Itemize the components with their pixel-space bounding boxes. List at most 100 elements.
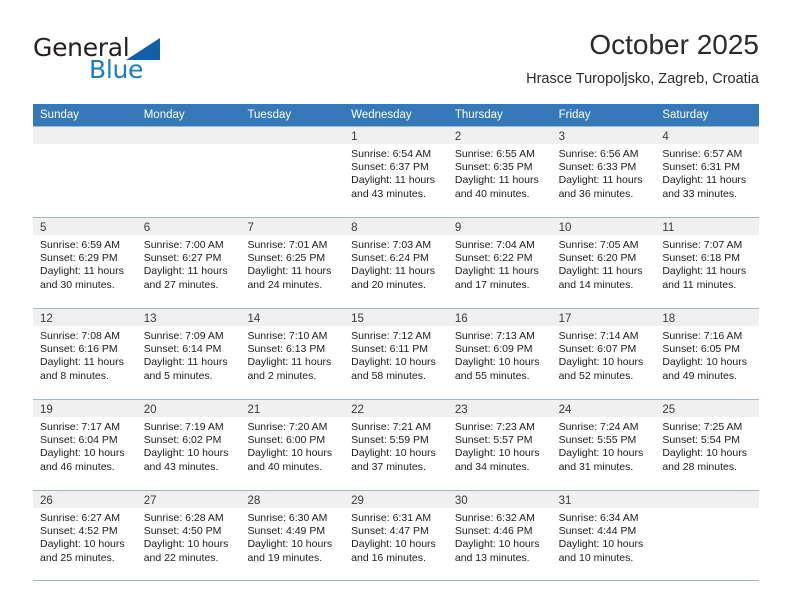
- day-detail-line: Sunset: 6:31 PM: [662, 161, 740, 174]
- day-detail-line: Daylight: 11 hours: [40, 356, 124, 369]
- calendar-day-cell[interactable]: 13 Sunrise: 7:09 AM Sunset: 6:14 PM Dayligh…: [136, 309, 241, 399]
- day-detail-line: Sunset: 5:57 PM: [454, 434, 533, 447]
- day-detail-text: Sunrise: 7:16 AM Sunset: 6:05 PM Daylight:…: [655, 326, 759, 383]
- calendar-day-cell[interactable]: 11 Sunrise: 7:07 AM Sunset: 6:18 PM Dayligh…: [655, 218, 760, 308]
- day-detail-line: Sunset: 4:47 PM: [351, 525, 429, 538]
- weekday-header-saturday: Saturday: [662, 109, 709, 121]
- calendar-day-cell[interactable]: 4 Sunrise: 6:57 AM Sunset: 6:31 PM Daylight…: [655, 127, 760, 217]
- day-number: 25: [662, 404, 676, 416]
- day-number: 1: [351, 131, 358, 143]
- day-detail-text: Sunrise: 7:10 AM Sunset: 6:13 PM Daylight:…: [240, 326, 344, 383]
- day-detail-line: and 22 minutes.: [143, 551, 219, 564]
- page-header: General Blue October 2025 Hrasce Turopol…: [33, 28, 759, 96]
- calendar-cell-empty: [136, 127, 241, 217]
- calendar-day-cell[interactable]: 30 Sunrise: 6:32 AM Sunset: 4:46 PM Dayligh…: [447, 491, 552, 580]
- day-detail-line: Sunrise: 7:05 AM: [558, 239, 639, 251]
- day-detail-line: Sunrise: 7:09 AM: [143, 330, 224, 342]
- calendar-day-cell[interactable]: 27 Sunrise: 6:28 AM Sunset: 4:50 PM Dayligh…: [136, 491, 241, 580]
- calendar-day-cell[interactable]: 19 Sunrise: 7:17 AM Sunset: 6:04 PM Dayligh…: [33, 400, 137, 490]
- calendar-day-cell[interactable]: 24 Sunrise: 7:24 AM Sunset: 5:55 PM Dayligh…: [551, 400, 656, 490]
- day-number: 28: [247, 495, 261, 507]
- day-detail-line: Sunrise: 7:23 AM: [454, 421, 535, 433]
- day-detail-line: Sunset: 6:05 PM: [662, 343, 740, 356]
- day-detail-line: and 43 minutes.: [351, 187, 426, 200]
- day-number: 9: [454, 222, 462, 234]
- day-detail-text: [655, 508, 759, 512]
- day-detail-line: Sunset: 6:22 PM: [454, 252, 533, 265]
- day-detail-line: Sunrise: 7:16 AM: [662, 330, 743, 342]
- day-number: 19: [40, 404, 53, 416]
- calendar-day-cell[interactable]: 14 Sunrise: 7:10 AM Sunset: 6:13 PM Dayligh…: [240, 309, 345, 399]
- day-detail-text: Sunrise: 7:07 AM Sunset: 6:18 PM Daylight:…: [655, 235, 759, 292]
- calendar-day-cell[interactable]: 31 Sunrise: 6:34 AM Sunset: 4:44 PM Dayligh…: [551, 491, 656, 580]
- day-detail-line: Sunset: 6:09 PM: [454, 343, 533, 356]
- calendar-day-cell[interactable]: 1 Sunrise: 6:54 AM Sunset: 6:37 PM Daylight…: [344, 127, 448, 217]
- day-detail-text: Sunrise: 7:04 AM Sunset: 6:22 PM Daylight:…: [448, 235, 552, 292]
- calendar-day-cell[interactable]: 2 Sunrise: 6:55 AM Sunset: 6:35 PM Daylight…: [447, 127, 552, 217]
- calendar-day-cell[interactable]: 22 Sunrise: 7:21 AM Sunset: 5:59 PM Dayligh…: [344, 400, 448, 490]
- day-number-band: [240, 127, 345, 144]
- day-detail-line: Sunrise: 7:14 AM: [558, 330, 639, 342]
- calendar-day-cell[interactable]: 28 Sunrise: 6:30 AM Sunset: 4:49 PM Dayligh…: [240, 491, 345, 580]
- day-detail-line: Daylight: 10 hours: [143, 538, 229, 551]
- general-blue-logo[interactable]: General Blue: [33, 35, 213, 91]
- day-detail-text: Sunrise: 7:03 AM Sunset: 6:24 PM Daylight:…: [344, 235, 448, 292]
- day-detail-line: Sunrise: 7:21 AM: [351, 421, 432, 433]
- calendar-day-cell[interactable]: 23 Sunrise: 7:23 AM Sunset: 5:57 PM Dayligh…: [447, 400, 552, 490]
- day-number-band: 2: [447, 127, 552, 144]
- day-detail-line: Daylight: 10 hours: [40, 538, 125, 551]
- day-detail-line: and 20 minutes.: [351, 278, 426, 291]
- day-detail-line: Sunrise: 7:08 AM: [40, 330, 120, 342]
- day-number-band: 10: [551, 218, 656, 235]
- day-detail-line: Daylight: 11 hours: [351, 265, 436, 278]
- calendar-day-cell[interactable]: 7 Sunrise: 7:01 AM Sunset: 6:25 PM Daylight…: [240, 218, 345, 308]
- day-detail-line: Sunset: 6:18 PM: [662, 252, 740, 265]
- calendar-day-cell[interactable]: 10 Sunrise: 7:05 AM Sunset: 6:20 PM Dayligh…: [551, 218, 656, 308]
- day-number: 14: [247, 313, 261, 325]
- day-number: 2: [454, 131, 462, 143]
- day-detail-line: Daylight: 11 hours: [247, 356, 332, 369]
- calendar-day-cell[interactable]: 20 Sunrise: 7:19 AM Sunset: 6:02 PM Dayligh…: [136, 400, 241, 490]
- calendar-day-cell[interactable]: 5 Sunrise: 6:59 AM Sunset: 6:29 PM Daylight…: [33, 218, 137, 308]
- calendar-day-cell[interactable]: 12 Sunrise: 7:08 AM Sunset: 6:16 PM Dayligh…: [33, 309, 137, 399]
- day-detail-line: Daylight: 11 hours: [662, 174, 747, 187]
- day-detail-text: Sunrise: 7:23 AM Sunset: 5:57 PM Daylight:…: [448, 417, 552, 474]
- calendar-day-cell[interactable]: 26 Sunrise: 6:27 AM Sunset: 4:52 PM Dayligh…: [33, 491, 137, 580]
- day-detail-line: Sunrise: 7:07 AM: [662, 239, 743, 251]
- day-number: 17: [558, 313, 572, 325]
- day-detail-text: Sunrise: 7:19 AM Sunset: 6:02 PM Daylight:…: [137, 417, 241, 474]
- day-number-band: 16: [447, 309, 552, 326]
- calendar-day-cell[interactable]: 18 Sunrise: 7:16 AM Sunset: 6:05 PM Dayligh…: [655, 309, 760, 399]
- calendar-day-cell[interactable]: 9 Sunrise: 7:04 AM Sunset: 6:22 PM Daylight…: [447, 218, 552, 308]
- day-detail-line: Sunrise: 7:24 AM: [558, 421, 639, 433]
- calendar-cell-empty: [240, 127, 345, 217]
- calendar-day-cell[interactable]: 29 Sunrise: 6:31 AM Sunset: 4:47 PM Dayligh…: [344, 491, 448, 580]
- day-detail-line: and 2 minutes.: [247, 369, 317, 382]
- day-detail-text: Sunrise: 6:28 AM Sunset: 4:50 PM Daylight:…: [137, 508, 241, 565]
- day-detail-line: Sunrise: 7:04 AM: [454, 239, 535, 251]
- day-detail-line: Daylight: 10 hours: [662, 356, 747, 369]
- calendar-day-cell[interactable]: 8 Sunrise: 7:03 AM Sunset: 6:24 PM Daylight…: [344, 218, 448, 308]
- day-detail-line: Sunrise: 6:34 AM: [558, 512, 639, 524]
- day-detail-line: Sunset: 6:27 PM: [143, 252, 222, 265]
- calendar-day-cell[interactable]: 3 Sunrise: 6:56 AM Sunset: 6:33 PM Daylight…: [551, 127, 656, 217]
- day-detail-line: Sunrise: 6:30 AM: [247, 512, 328, 524]
- day-number-band: 3: [551, 127, 656, 144]
- day-number-band: 21: [240, 400, 345, 417]
- calendar-day-cell[interactable]: 15 Sunrise: 7:12 AM Sunset: 6:11 PM Dayligh…: [344, 309, 448, 399]
- calendar-day-cell[interactable]: 16 Sunrise: 7:13 AM Sunset: 6:09 PM Dayligh…: [447, 309, 552, 399]
- day-detail-line: Sunrise: 6:32 AM: [454, 512, 535, 524]
- page-subtitle: Hrasce Turopoljsko, Zagreb, Croatia: [526, 70, 759, 87]
- calendar-day-cell[interactable]: 21 Sunrise: 7:20 AM Sunset: 6:00 PM Dayligh…: [240, 400, 345, 490]
- day-detail-text: Sunrise: 6:55 AM Sunset: 6:35 PM Daylight:…: [448, 144, 552, 201]
- calendar-day-cell[interactable]: 25 Sunrise: 7:25 AM Sunset: 5:54 PM Dayligh…: [655, 400, 760, 490]
- weekday-header-row: Sunday Monday Tuesday Wednesday Thursday…: [33, 104, 759, 126]
- day-detail-line: Daylight: 11 hours: [558, 265, 643, 278]
- day-number-band: 23: [447, 400, 552, 417]
- calendar-day-cell[interactable]: 6 Sunrise: 7:00 AM Sunset: 6:27 PM Daylight…: [136, 218, 241, 308]
- day-detail-line: and 33 minutes.: [662, 187, 738, 200]
- calendar-day-cell[interactable]: 17 Sunrise: 7:14 AM Sunset: 6:07 PM Dayligh…: [551, 309, 656, 399]
- day-number-band: 29: [344, 491, 448, 508]
- day-detail-line: Daylight: 11 hours: [454, 265, 539, 278]
- day-detail-line: and 25 minutes.: [40, 551, 115, 564]
